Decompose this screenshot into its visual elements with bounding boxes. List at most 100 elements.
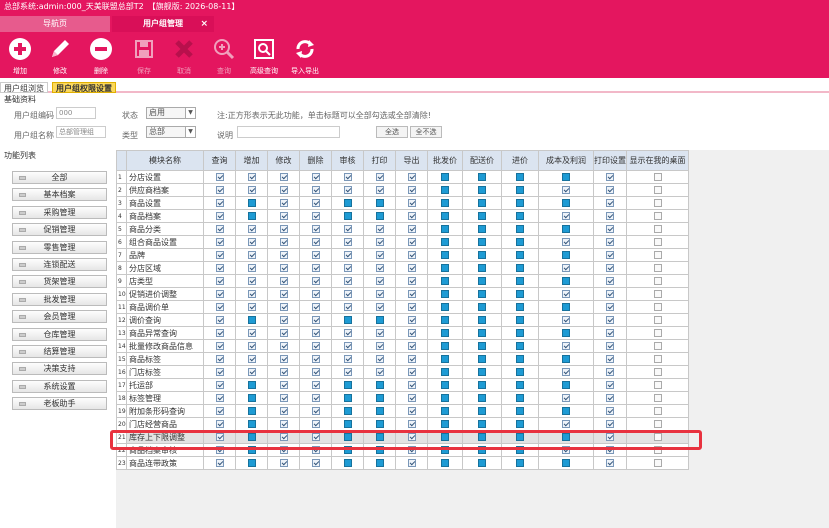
chevron-down-icon[interactable]: ▼ [185, 127, 195, 137]
permission-checkbox[interactable] [215, 303, 224, 311]
column-header[interactable]: 模块名称 [126, 150, 204, 171]
column-header[interactable]: 批发价 [427, 150, 463, 171]
permission-checkbox[interactable] [606, 186, 614, 194]
permission-checkbox[interactable] [653, 394, 662, 402]
permission-checkbox[interactable] [516, 277, 524, 285]
permission-checkbox[interactable] [653, 433, 662, 441]
permission-checkbox[interactable] [407, 368, 416, 376]
table-row[interactable]: 13 商品异常查询 [116, 326, 689, 340]
permission-checkbox[interactable] [407, 173, 416, 181]
permission-checkbox[interactable] [311, 368, 320, 376]
permission-checkbox[interactable] [375, 277, 384, 285]
permission-checkbox[interactable] [407, 433, 416, 441]
permission-checkbox[interactable] [215, 459, 224, 467]
permission-checkbox[interactable] [478, 355, 486, 363]
permission-checkbox[interactable] [311, 342, 320, 350]
permission-checkbox[interactable] [653, 316, 662, 324]
permission-checkbox[interactable] [441, 459, 449, 467]
permission-checkbox[interactable] [279, 238, 288, 246]
table-row[interactable]: 18 标签管理 [116, 391, 689, 405]
permission-checkbox[interactable] [375, 394, 384, 402]
status-select[interactable]: 启用 ▼ [146, 107, 196, 119]
permission-checkbox[interactable] [407, 212, 416, 220]
permission-checkbox[interactable] [375, 251, 384, 259]
permission-checkbox[interactable] [407, 251, 416, 259]
permission-checkbox[interactable] [516, 329, 524, 337]
permission-checkbox[interactable] [653, 186, 662, 194]
permission-checkbox[interactable] [653, 355, 662, 363]
permission-checkbox[interactable] [279, 264, 288, 272]
permission-checkbox[interactable] [311, 264, 320, 272]
cancel-button[interactable]: 取消 [164, 34, 204, 78]
permission-checkbox[interactable] [343, 186, 352, 194]
permission-checkbox[interactable] [247, 303, 256, 311]
permission-checkbox[interactable] [478, 329, 486, 337]
permission-checkbox[interactable] [407, 277, 416, 285]
permission-checkbox[interactable] [343, 277, 352, 285]
column-header[interactable]: 增加 [235, 150, 268, 171]
permission-checkbox[interactable] [215, 290, 224, 298]
table-row[interactable]: 20 门店经营商品 [116, 417, 689, 431]
permission-checkbox[interactable] [441, 316, 449, 324]
column-header[interactable]: 修改 [267, 150, 300, 171]
permission-checkbox[interactable] [653, 459, 662, 467]
permission-checkbox[interactable] [606, 225, 614, 233]
permission-checkbox[interactable] [516, 368, 524, 376]
permission-checkbox[interactable] [562, 238, 570, 246]
permission-checkbox[interactable] [441, 290, 449, 298]
column-header[interactable]: 进价 [501, 150, 539, 171]
permission-checkbox[interactable] [562, 277, 570, 285]
permission-checkbox[interactable] [407, 394, 416, 402]
permission-checkbox[interactable] [606, 329, 614, 337]
permission-checkbox[interactable] [215, 173, 224, 181]
permission-checkbox[interactable] [606, 433, 614, 441]
permission-checkbox[interactable] [407, 342, 416, 350]
permission-checkbox[interactable] [343, 459, 352, 467]
permission-checkbox[interactable] [247, 290, 256, 298]
table-row[interactable]: 5 商品分类 [116, 222, 689, 236]
permission-checkbox[interactable] [653, 303, 662, 311]
permission-checkbox[interactable] [247, 173, 256, 181]
menu-item[interactable]: 结算管理 [12, 345, 107, 358]
permission-checkbox[interactable] [653, 173, 662, 181]
permission-checkbox[interactable] [279, 225, 288, 233]
permission-checkbox[interactable] [311, 394, 320, 402]
permission-checkbox[interactable] [407, 446, 416, 454]
menu-item[interactable]: 货架管理 [12, 275, 107, 289]
permission-checkbox[interactable] [516, 420, 524, 428]
permission-checkbox[interactable] [407, 290, 416, 298]
permission-checkbox[interactable] [478, 199, 486, 207]
permission-checkbox[interactable] [478, 342, 486, 350]
permission-checkbox[interactable] [653, 199, 662, 207]
permission-checkbox[interactable] [606, 290, 614, 298]
permission-checkbox[interactable] [343, 446, 352, 454]
permission-checkbox[interactable] [375, 342, 384, 350]
table-row[interactable]: 19 附加条形码查询 [116, 404, 689, 418]
permission-checkbox[interactable] [247, 264, 256, 272]
permission-checkbox[interactable] [516, 251, 524, 259]
table-row[interactable]: 2 供应商档案 [116, 183, 689, 197]
permission-checkbox[interactable] [247, 238, 256, 246]
permission-checkbox[interactable] [441, 381, 449, 389]
column-header[interactable]: 查询 [203, 150, 236, 171]
permission-checkbox[interactable] [441, 251, 449, 259]
permission-checkbox[interactable] [606, 355, 614, 363]
menu-item[interactable]: 决策支持 [12, 362, 107, 376]
permission-checkbox[interactable] [653, 420, 662, 428]
permission-checkbox[interactable] [215, 186, 224, 194]
permission-checkbox[interactable] [375, 264, 384, 272]
permission-checkbox[interactable] [375, 225, 384, 233]
table-row[interactable]: 3 商品设置 [116, 196, 689, 210]
type-select[interactable]: 总部 ▼ [146, 126, 196, 138]
search-button[interactable]: 查询 [204, 34, 244, 78]
permission-checkbox[interactable] [215, 381, 224, 389]
permission-checkbox[interactable] [247, 459, 256, 467]
column-header[interactable]: 审核 [331, 150, 364, 171]
permission-checkbox[interactable] [516, 446, 524, 454]
permission-checkbox[interactable] [215, 225, 224, 233]
permission-checkbox[interactable] [343, 173, 352, 181]
permission-checkbox[interactable] [478, 290, 486, 298]
permission-checkbox[interactable] [247, 433, 256, 441]
permission-checkbox[interactable] [343, 225, 352, 233]
permission-checkbox[interactable] [375, 420, 384, 428]
